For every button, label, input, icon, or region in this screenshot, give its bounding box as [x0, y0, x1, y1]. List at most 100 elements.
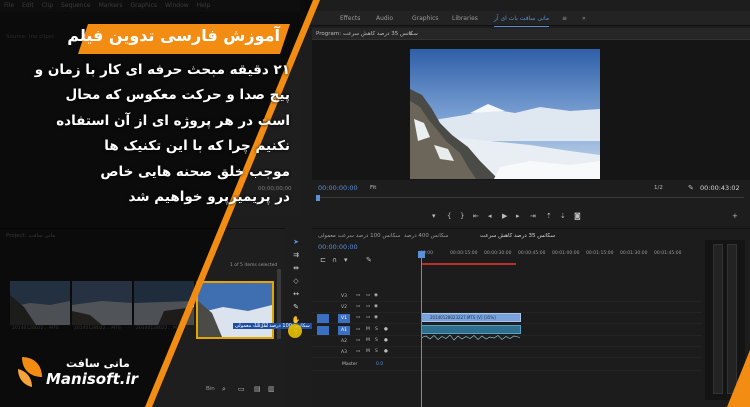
program-fit-select[interactable]: Fit — [370, 185, 376, 191]
timeline-playhead-handle[interactable] — [418, 251, 425, 258]
tab-effects[interactable]: Effects — [340, 11, 360, 26]
add-button-icon[interactable]: + — [732, 212, 738, 220]
track-select-icon[interactable]: ⇉ — [290, 251, 302, 264]
mark-out-icon[interactable]: } — [460, 212, 464, 220]
mic-icon[interactable]: ● — [384, 338, 388, 343]
source-patch-a1[interactable] — [317, 326, 329, 335]
solo-button[interactable]: S — [375, 327, 378, 332]
menu-edit[interactable]: Edit — [22, 0, 34, 12]
lock-icon[interactable]: ▭ — [356, 293, 360, 298]
logo-text-en: Manisoft.ir — [46, 370, 139, 388]
eye-icon[interactable]: ◉ — [374, 304, 378, 309]
track-v3[interactable]: V3 ▭ ▭ ◉ — [312, 291, 702, 302]
extract-icon[interactable]: ⇣ — [560, 212, 566, 220]
linked-selection-icon[interactable]: ∩ — [332, 256, 337, 264]
ripple-edit-icon[interactable]: ⇹ — [290, 264, 302, 277]
mute-button[interactable]: M — [366, 327, 370, 332]
program-controls: 00:00:00:00 Fit 1/2 ✎ 00:00:43:02 ▾ { } … — [312, 180, 750, 228]
eye-icon[interactable]: ◉ — [374, 315, 378, 320]
step-back-icon[interactable]: ◂ — [488, 212, 492, 220]
ruler-tick: 00:01:15:00 — [586, 251, 614, 256]
thumb-label: 20140128022... MTS — [74, 326, 121, 331]
selected-sequence-thumb[interactable] — [196, 281, 274, 339]
selection-tool-icon[interactable]: ➤ — [290, 238, 302, 251]
lock-icon[interactable]: ▭ — [356, 349, 360, 354]
tab-custom-workspace[interactable]: مانی سافت بات ای آر — [494, 11, 550, 27]
mic-icon[interactable]: ● — [384, 349, 388, 354]
ruler-tick: 00:01:30:00 — [620, 251, 648, 256]
ruler-tick: 00:00:30:00 — [484, 251, 512, 256]
track-label: V1 — [338, 314, 350, 323]
track-a3[interactable]: A3 ▭ M S ● — [312, 347, 702, 358]
mute-button[interactable]: M — [366, 338, 370, 343]
menu-file[interactable]: File — [4, 0, 14, 12]
project-clip-thumb[interactable] — [134, 281, 194, 325]
menu-sequence[interactable]: Sequence — [61, 0, 91, 12]
tab-sequence-35[interactable]: سکانس 35 درصد کاهش سرعت — [480, 233, 555, 239]
tab-sequence-400[interactable]: سکانس 400 درصد — [404, 233, 449, 239]
add-marker-icon[interactable]: ▾ — [344, 256, 348, 264]
menu-markers[interactable]: Markers — [99, 0, 123, 12]
sync-icon[interactable]: ▭ — [366, 293, 370, 298]
master-volume[interactable]: 0.0 — [376, 362, 383, 367]
lock-icon[interactable]: ▭ — [356, 338, 360, 343]
track-master[interactable]: Master 0.0 — [312, 360, 702, 371]
source-patch-v1[interactable] — [317, 314, 329, 323]
video-clip[interactable]: 20140128023227.MTS [V] [35%] — [421, 313, 521, 322]
menu-clip[interactable]: Clip — [42, 0, 53, 12]
lock-icon[interactable]: ▭ — [356, 315, 360, 320]
snap-icon[interactable]: ⊏ — [320, 256, 326, 264]
track-label: V3 — [341, 294, 347, 299]
menu-help[interactable]: Help — [197, 0, 211, 12]
selected-thumb-duration: 15:02 — [254, 323, 269, 329]
menu-graphics[interactable]: Graphics — [131, 0, 158, 12]
solo-button[interactable]: S — [375, 349, 378, 354]
audio-clip[interactable] — [421, 325, 521, 341]
step-forward-icon[interactable]: ▸ — [516, 212, 520, 220]
menu-window[interactable]: Window — [165, 0, 189, 12]
go-to-out-icon[interactable]: ⇥ — [530, 212, 536, 220]
timeline-playhead[interactable] — [421, 251, 422, 407]
program-scrub-bar[interactable] — [318, 197, 744, 198]
program-resolution-select[interactable]: 1/2 — [654, 185, 663, 191]
pen-icon[interactable]: ✎ — [290, 303, 302, 316]
lift-icon[interactable]: ⇡ — [546, 212, 552, 220]
mark-in-icon[interactable]: { — [447, 212, 451, 220]
ruler-tick: 00:00:45:00 — [518, 251, 546, 256]
search-icon[interactable]: ⌕ — [222, 385, 226, 393]
overlay-body-line: است در هر پروژه ای از آن استفاده — [56, 112, 290, 129]
project-clip-thumb[interactable] — [10, 281, 70, 325]
mute-button[interactable]: M — [366, 349, 370, 354]
program-playhead[interactable] — [316, 195, 320, 201]
chevron-right-icon[interactable]: » — [582, 11, 586, 26]
wrench-icon[interactable]: ✎ — [688, 184, 694, 192]
sync-icon[interactable]: ▭ — [366, 315, 370, 320]
workspace-menu-icon[interactable]: ≡ — [562, 11, 567, 26]
solo-button[interactable]: S — [375, 338, 378, 343]
slip-icon[interactable]: ↔ — [290, 290, 302, 303]
go-to-in-icon[interactable]: ⇤ — [473, 212, 479, 220]
export-frame-icon[interactable]: ◙ — [574, 212, 581, 220]
trash-icon[interactable]: ▥ — [268, 385, 275, 393]
tools-panel: ➤ ⇉ ⇹ ◇ ↔ ✎ ✋ T — [290, 238, 302, 368]
new-item-icon[interactable]: ▤ — [254, 385, 261, 393]
lock-icon[interactable]: ▭ — [356, 327, 360, 332]
marker-icon[interactable]: ▾ — [432, 212, 436, 220]
lock-icon[interactable]: ▭ — [356, 304, 360, 309]
new-bin-icon[interactable]: ▭ — [238, 385, 245, 393]
eye-icon[interactable]: ◉ — [374, 293, 378, 298]
timeline-timecode[interactable]: 00:00:00:00 — [318, 243, 358, 251]
tab-sequence-100[interactable]: سکانس 100 درصد سرعت معمولی — [318, 233, 400, 239]
project-clip-thumb[interactable] — [72, 281, 132, 325]
play-icon[interactable]: ▶ — [502, 212, 507, 220]
mic-icon[interactable]: ● — [384, 327, 388, 332]
track-v2[interactable]: V2 ▭ ▭ ◉ — [312, 302, 702, 313]
tab-audio[interactable]: Audio — [376, 11, 393, 26]
sync-icon[interactable]: ▭ — [366, 304, 370, 309]
program-menu-icon[interactable]: ≡ — [408, 28, 413, 40]
tab-graphics[interactable]: Graphics — [412, 11, 439, 26]
timeline-settings-icon[interactable]: ✎ — [366, 256, 372, 264]
razor-icon[interactable]: ◇ — [290, 277, 302, 290]
tab-libraries[interactable]: Libraries — [452, 11, 478, 26]
program-timecode-current[interactable]: 00:00:00:00 — [318, 184, 358, 192]
